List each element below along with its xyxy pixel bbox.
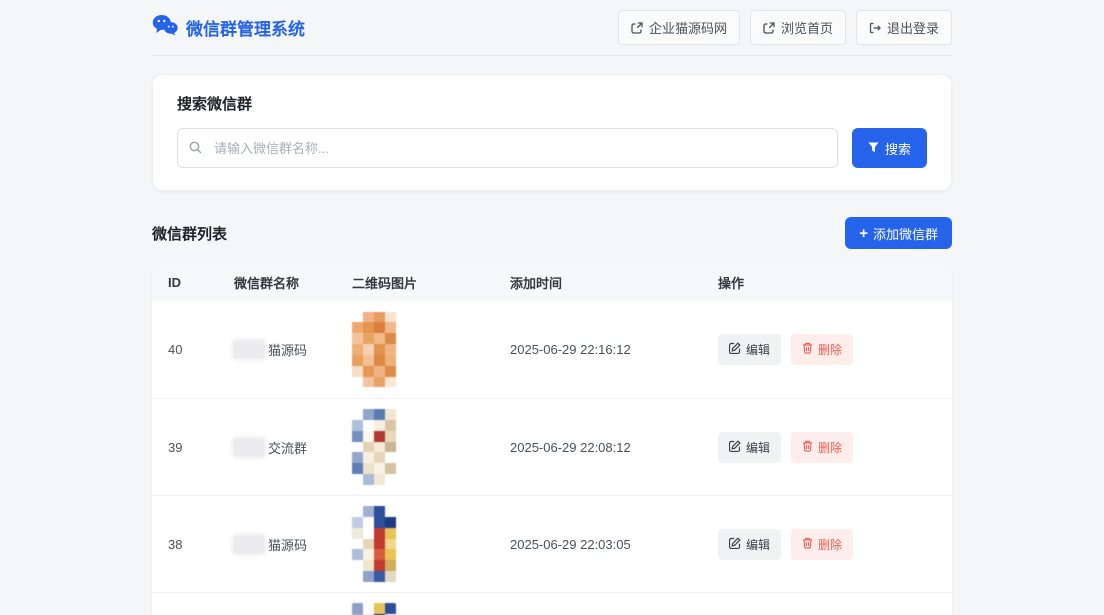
col-name: 微信群名称 bbox=[234, 273, 352, 292]
table-row: 37 交流群 2025-06-29 22:02:49 编辑 bbox=[152, 592, 952, 615]
redacted-name-patch bbox=[234, 536, 264, 553]
qr-code-image bbox=[352, 409, 396, 485]
qr-code-image bbox=[352, 506, 396, 582]
row-actions: 编辑 删除 bbox=[718, 334, 936, 365]
list-header: 微信群列表 + 添加微信群 bbox=[152, 217, 952, 249]
row-name: 猫源码 bbox=[234, 535, 352, 554]
search-heading: 搜索微信群 bbox=[177, 93, 927, 114]
col-actions: 操作 bbox=[718, 273, 936, 292]
delete-button[interactable]: 删除 bbox=[791, 529, 853, 560]
delete-button[interactable]: 删除 bbox=[791, 432, 853, 463]
wechat-icon bbox=[152, 14, 178, 41]
col-time: 添加时间 bbox=[510, 273, 718, 292]
row-id: 38 bbox=[168, 537, 234, 552]
search-button[interactable]: 搜索 bbox=[852, 128, 927, 168]
edit-icon bbox=[729, 342, 741, 357]
row-actions: 编辑 删除 bbox=[718, 529, 936, 560]
redacted-name-patch bbox=[234, 439, 264, 456]
edit-button[interactable]: 编辑 bbox=[718, 334, 781, 365]
page-title: 微信群管理系统 bbox=[186, 15, 305, 40]
filter-icon bbox=[868, 141, 879, 156]
group-table: ID 微信群名称 二维码图片 添加时间 操作 40 猫源码 2025-06-29… bbox=[152, 263, 952, 615]
row-added-time: 2025-06-29 22:16:12 bbox=[510, 342, 718, 357]
col-qrcode: 二维码图片 bbox=[352, 273, 510, 292]
row-name: 猫源码 bbox=[234, 340, 352, 359]
edit-icon bbox=[729, 440, 741, 455]
table-row: 38 猫源码 2025-06-29 22:03:05 编辑 bbox=[152, 495, 952, 592]
search-input[interactable] bbox=[177, 128, 838, 168]
trash-icon bbox=[802, 342, 813, 357]
search-box bbox=[177, 128, 838, 168]
external-link-icon bbox=[631, 22, 643, 34]
add-group-button[interactable]: + 添加微信群 bbox=[845, 217, 952, 249]
table-row: 39 交流群 2025-06-29 22:08:12 编辑 bbox=[152, 398, 952, 495]
edit-button[interactable]: 编辑 bbox=[718, 432, 781, 463]
row-added-time: 2025-06-29 22:08:12 bbox=[510, 440, 718, 455]
plus-icon: + bbox=[859, 226, 868, 241]
topbar-actions: 企业猫源码网 浏览首页 bbox=[618, 10, 952, 45]
logout-button[interactable]: 退出登录 bbox=[856, 10, 952, 45]
search-card: 搜索微信群 搜索 bbox=[152, 74, 952, 191]
external-link-icon bbox=[763, 22, 775, 34]
trash-icon bbox=[802, 440, 813, 455]
row-added-time: 2025-06-29 22:03:05 bbox=[510, 537, 718, 552]
delete-button[interactable]: 删除 bbox=[791, 334, 853, 365]
browse-home-link[interactable]: 浏览首页 bbox=[750, 10, 846, 45]
source-site-link[interactable]: 企业猫源码网 bbox=[618, 10, 740, 45]
col-id: ID bbox=[168, 275, 234, 290]
edit-button[interactable]: 编辑 bbox=[718, 529, 781, 560]
trash-icon bbox=[802, 537, 813, 552]
table-header: ID 微信群名称 二维码图片 添加时间 操作 bbox=[152, 263, 952, 301]
row-id: 39 bbox=[168, 440, 234, 455]
edit-icon bbox=[729, 537, 741, 552]
row-name: 交流群 bbox=[234, 438, 352, 457]
row-id: 40 bbox=[168, 342, 234, 357]
logout-icon bbox=[869, 22, 881, 34]
search-icon bbox=[189, 141, 202, 159]
qr-code-image bbox=[352, 312, 396, 388]
table-row: 40 猫源码 2025-06-29 22:16:12 编辑 bbox=[152, 301, 952, 398]
redacted-name-patch bbox=[234, 341, 264, 358]
list-heading: 微信群列表 bbox=[152, 223, 227, 244]
qr-code-image bbox=[352, 603, 396, 615]
brand: 微信群管理系统 bbox=[152, 14, 305, 41]
topbar: 微信群管理系统 企业猫源码网 bbox=[152, 0, 952, 56]
row-actions: 编辑 删除 bbox=[718, 432, 936, 463]
